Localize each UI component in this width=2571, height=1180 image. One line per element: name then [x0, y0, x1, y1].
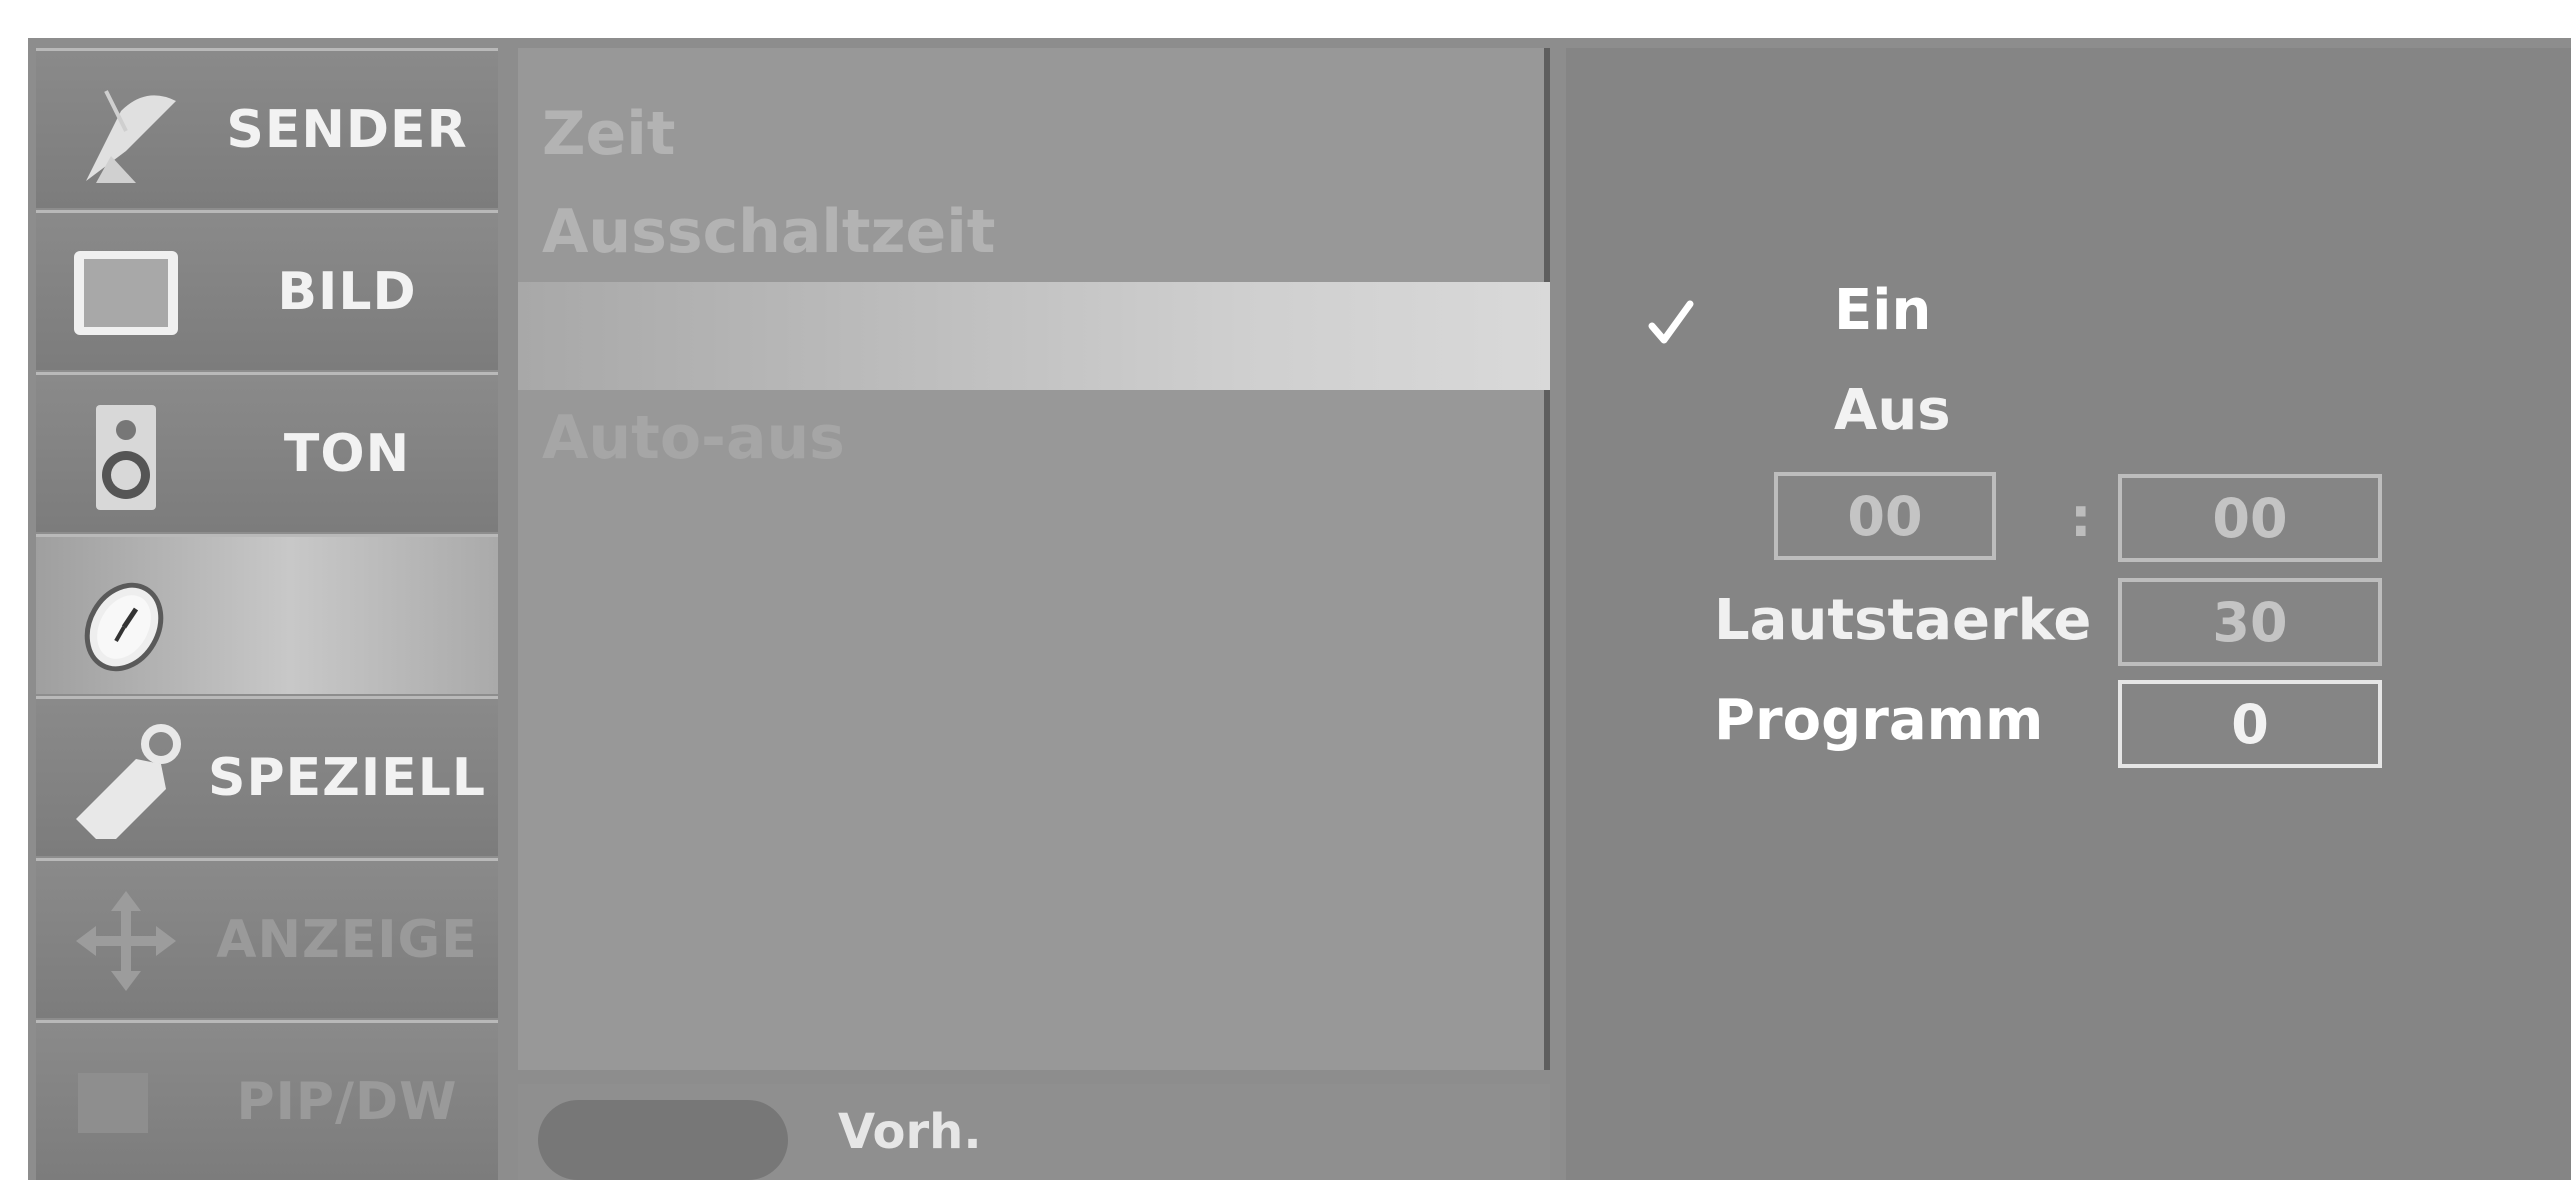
- pip-icon: [78, 1073, 148, 1133]
- submenu-item-auto-aus[interactable]: Auto-aus: [542, 388, 1522, 488]
- sidebar-item-ton[interactable]: TON: [36, 372, 498, 532]
- option-aus[interactable]: Aus: [1834, 378, 1951, 443]
- sidebar-item-label: BILD: [277, 261, 417, 322]
- volume-label: Lautstaerke: [1714, 588, 2092, 653]
- submenu-item-selected[interactable]: [518, 282, 1550, 390]
- submenu-item-zeit[interactable]: Zeit: [542, 84, 1522, 184]
- program-field[interactable]: 0: [2118, 680, 2382, 768]
- submenu-item-label: Ausschaltzeit: [542, 197, 996, 267]
- sidebar-item-label: PIP/DW: [236, 1071, 458, 1132]
- picture-icon: [74, 251, 178, 335]
- sidebar-item-label: TON: [283, 423, 411, 484]
- submenu-panel: Zeit Ausschaltzeit Auto-aus: [518, 48, 1550, 1070]
- option-ein[interactable]: Ein: [1834, 278, 1931, 343]
- speaker-icon: [96, 405, 156, 510]
- checkmark-icon: [1648, 300, 1694, 344]
- tag-icon: [76, 724, 181, 839]
- main-menu-sidebar: SENDER BILD TON SPEZIELL ANZEIGE PIP/DW: [36, 48, 498, 1180]
- program-label: Programm: [1714, 688, 2044, 753]
- sidebar-item-speziell[interactable]: SPEZIELL: [36, 696, 498, 856]
- minute-field[interactable]: 00: [2118, 474, 2382, 562]
- sidebar-item-sender[interactable]: SENDER: [36, 48, 498, 208]
- time-separator: :: [2070, 486, 2092, 549]
- move-arrows-icon: [76, 891, 176, 991]
- back-label: Vorh.: [838, 1104, 982, 1160]
- sidebar-item-label: [212, 537, 482, 694]
- volume-field[interactable]: 30: [2118, 578, 2382, 666]
- sidebar-item-pip[interactable]: PIP/DW: [36, 1020, 498, 1180]
- sidebar-item-label: SENDER: [226, 99, 468, 160]
- satellite-dish-icon: [86, 90, 176, 183]
- sidebar-item-zeit[interactable]: [36, 534, 498, 694]
- sidebar-item-anzeige[interactable]: ANZEIGE: [36, 858, 498, 1018]
- settings-panel: Ein Aus 00 : 00 Lautstaerke 30 Programm …: [1566, 48, 2571, 1180]
- submenu-item-label: Auto-aus: [542, 403, 845, 473]
- clock-icon: [84, 582, 164, 672]
- submenu-item-label: Zeit: [542, 99, 676, 169]
- submenu-item-ausschaltzeit[interactable]: Ausschaltzeit: [542, 182, 1522, 282]
- back-button[interactable]: [538, 1100, 788, 1180]
- hour-field[interactable]: 00: [1774, 472, 1996, 560]
- sidebar-item-bild[interactable]: BILD: [36, 210, 498, 370]
- sidebar-item-label: ANZEIGE: [216, 909, 478, 970]
- sidebar-item-label: SPEZIELL: [208, 747, 486, 808]
- bottom-bar: Vorh.: [518, 1084, 1550, 1180]
